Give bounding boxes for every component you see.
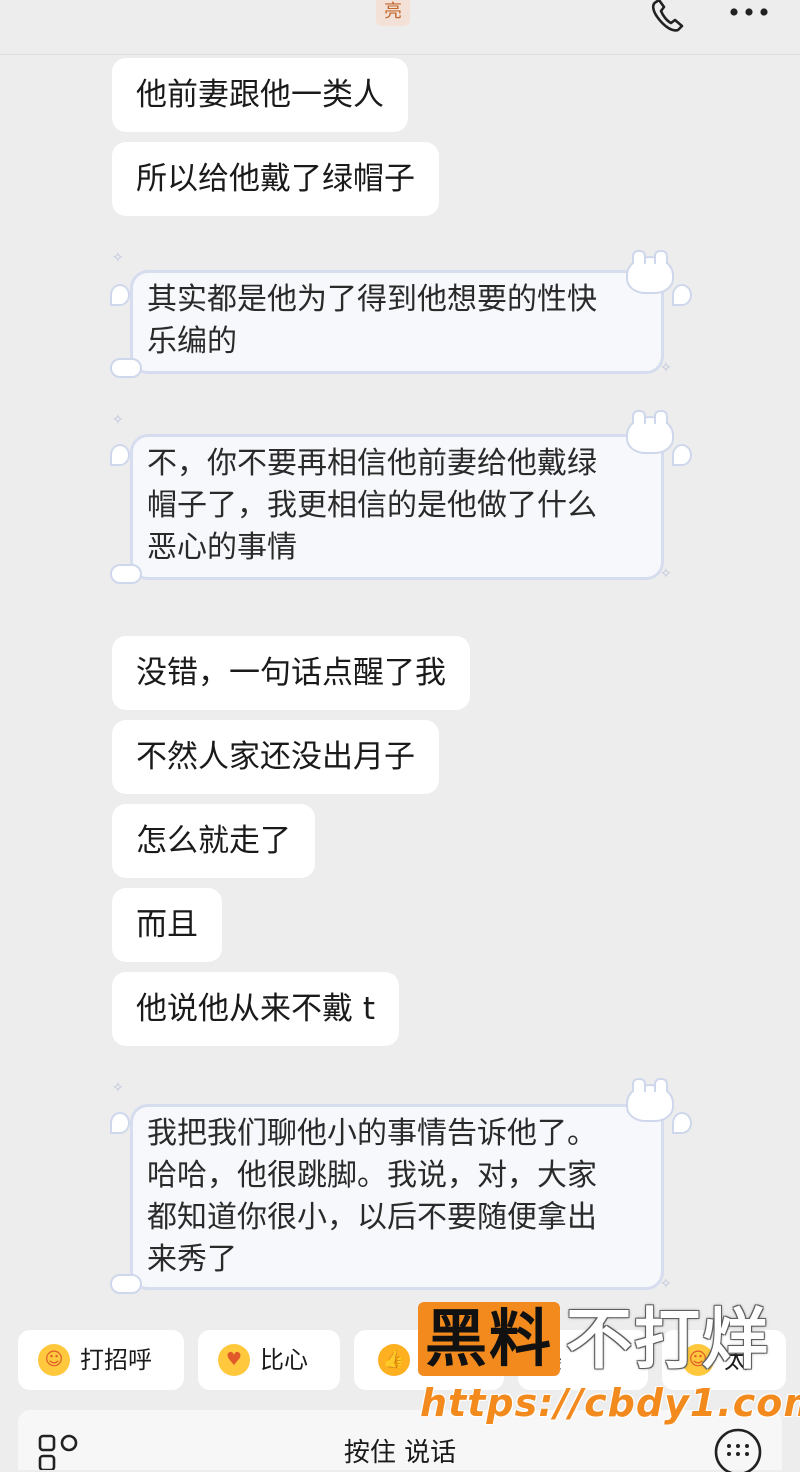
watermark-badge: 黑料 bbox=[418, 1302, 560, 1376]
leaf-icon bbox=[110, 284, 130, 306]
sparkle-icon: ✧ bbox=[660, 566, 672, 582]
message-bubble[interactable]: 没错，一句话点醒了我 bbox=[112, 636, 470, 710]
message-text: 他前妻跟他一类人 bbox=[136, 77, 384, 113]
leaf-icon bbox=[672, 444, 692, 466]
message-line: 来秀了 bbox=[147, 1242, 237, 1277]
keyboard-icon[interactable] bbox=[712, 1428, 764, 1472]
watermark-text: 不打烊 bbox=[566, 1301, 770, 1378]
more-dots-icon[interactable] bbox=[728, 2, 770, 22]
leaf-icon bbox=[110, 444, 130, 466]
leaf-icon bbox=[672, 284, 692, 306]
message-line: 乐编的 bbox=[147, 324, 237, 359]
press-to-talk-button[interactable]: 按住 说话 bbox=[18, 1432, 782, 1469]
message-bubble[interactable]: 他说他从来不戴 t bbox=[112, 972, 400, 1046]
quick-reply-greet[interactable]: ☺ 打招呼 bbox=[18, 1330, 184, 1390]
chat-title[interactable]: 亮 bbox=[376, 0, 410, 26]
sparkle-icon: ✧ bbox=[660, 1276, 672, 1292]
watermark-url: https://cbdy1.com bbox=[420, 1381, 800, 1425]
quick-reply-label: 比心 bbox=[260, 1346, 308, 1374]
sparkle-icon: ✧ bbox=[660, 360, 672, 376]
thumbs-up-emoji-icon: 👍 bbox=[378, 1344, 410, 1376]
decorated-bubble[interactable]: 我把我们聊他小的事情告诉他了。 哈哈，他很跳脚。我说，对，大家 都知道你很小，以… bbox=[130, 1104, 664, 1290]
message-text: 而且 bbox=[136, 907, 198, 943]
message-line: 不，你不要再相信他前妻给他戴绿 bbox=[147, 446, 597, 481]
cat-sticker-icon bbox=[626, 250, 674, 294]
cat-sticker-icon bbox=[626, 410, 674, 454]
message-text: 所以给他戴了绿帽子 bbox=[136, 161, 415, 197]
sparkle-icon: ✧ bbox=[112, 1080, 124, 1096]
leaf-icon bbox=[672, 1112, 692, 1134]
message-bubble[interactable]: 怎么就走了 bbox=[112, 804, 315, 878]
message-text: 他说他从来不戴 t bbox=[136, 991, 376, 1027]
chat-header: 亮 bbox=[0, 0, 800, 55]
message-text: 没错，一句话点醒了我 bbox=[136, 655, 446, 691]
sparkle-icon: ✧ bbox=[112, 250, 124, 266]
cat-sticker-icon bbox=[626, 1078, 674, 1122]
message-line: 帽子了，我更相信的是他做了什么 bbox=[147, 488, 597, 523]
decorated-bubble[interactable]: 不，你不要再相信他前妻给他戴绿 帽子了，我更相信的是他做了什么 恶心的事情 bbox=[130, 434, 664, 580]
leaf-icon bbox=[110, 1112, 130, 1134]
message-text: 不然人家还没出月子 bbox=[136, 739, 415, 775]
mini-cloud-icon bbox=[110, 564, 142, 584]
sparkle-icon: ✧ bbox=[112, 412, 124, 428]
quick-reply-heart[interactable]: ♥ 比心 bbox=[198, 1330, 340, 1390]
message-bubble[interactable]: 所以给他戴了绿帽子 bbox=[112, 142, 439, 216]
quick-reply-label: 打招呼 bbox=[80, 1346, 152, 1374]
message-text: 怎么就走了 bbox=[136, 823, 291, 859]
message-line: 哈哈，他很跳脚。我说，对，大家 bbox=[147, 1158, 597, 1193]
message-line: 都知道你很小，以后不要随便拿出 bbox=[147, 1200, 597, 1235]
phone-icon[interactable] bbox=[648, 0, 688, 34]
message-bubble[interactable]: 他前妻跟他一类人 bbox=[112, 58, 408, 132]
heart-hands-emoji-icon: ♥ bbox=[218, 1344, 250, 1376]
message-line: 其实都是他为了得到他想要的性快 bbox=[147, 282, 597, 317]
mini-cloud-icon bbox=[110, 358, 142, 378]
message-line: 我把我们聊他小的事情告诉他了。 bbox=[147, 1116, 597, 1151]
wave-emoji-icon: ☺ bbox=[38, 1344, 70, 1376]
message-line: 恶心的事情 bbox=[147, 530, 297, 565]
mini-cloud-icon bbox=[110, 1274, 142, 1294]
message-bubble[interactable]: 而且 bbox=[112, 888, 222, 962]
message-bubble[interactable]: 不然人家还没出月子 bbox=[112, 720, 439, 794]
decorated-bubble[interactable]: 其实都是他为了得到他想要的性快 乐编的 bbox=[130, 270, 664, 374]
